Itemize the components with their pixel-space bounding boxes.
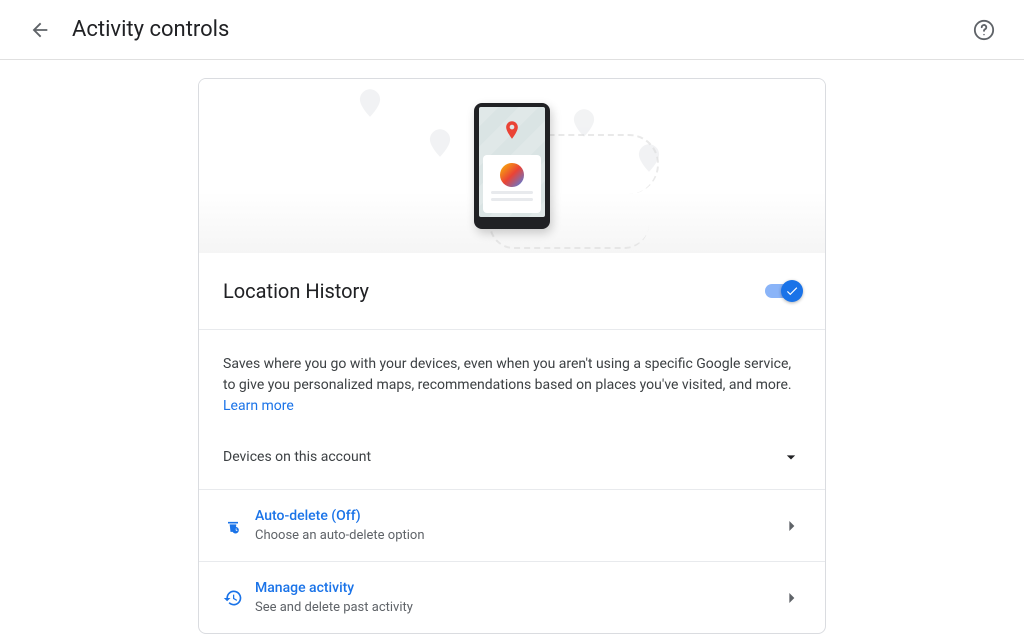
auto-delete-subtitle: Choose an auto-delete option	[255, 528, 781, 543]
description-text: Saves where you go with your devices, ev…	[223, 354, 801, 417]
help-icon	[973, 19, 995, 41]
main-content: Location History Saves where you go with…	[0, 60, 1024, 634]
check-icon	[785, 284, 799, 298]
history-icon	[223, 588, 243, 608]
page-title: Activity controls	[72, 17, 229, 42]
manage-activity-title: Manage activity	[255, 580, 781, 596]
description-section: Saves where you go with your devices, ev…	[199, 330, 825, 435]
auto-delete-icon	[223, 516, 243, 536]
hero-illustration	[199, 79, 825, 253]
card-title-row: Location History	[199, 253, 825, 330]
back-arrow-icon	[29, 19, 51, 41]
back-button[interactable]	[20, 10, 60, 50]
phone-icon	[474, 103, 550, 229]
chevron-right-icon	[781, 588, 801, 608]
app-header: Activity controls	[0, 0, 1024, 60]
help-button[interactable]	[964, 10, 1004, 50]
devices-label: Devices on this account	[223, 449, 371, 465]
learn-more-link[interactable]: Learn more	[223, 398, 294, 414]
chevron-down-icon	[781, 447, 801, 467]
devices-expand-row[interactable]: Devices on this account	[199, 435, 825, 489]
location-history-toggle[interactable]	[765, 281, 801, 301]
manage-activity-row[interactable]: Manage activity See and delete past acti…	[199, 561, 825, 633]
manage-activity-subtitle: See and delete past activity	[255, 600, 781, 615]
auto-delete-row[interactable]: Auto-delete (Off) Choose an auto-delete …	[199, 489, 825, 561]
location-history-card: Location History Saves where you go with…	[198, 78, 826, 634]
chevron-right-icon	[781, 516, 801, 536]
card-title: Location History	[223, 279, 369, 303]
auto-delete-title: Auto-delete (Off)	[255, 508, 781, 524]
